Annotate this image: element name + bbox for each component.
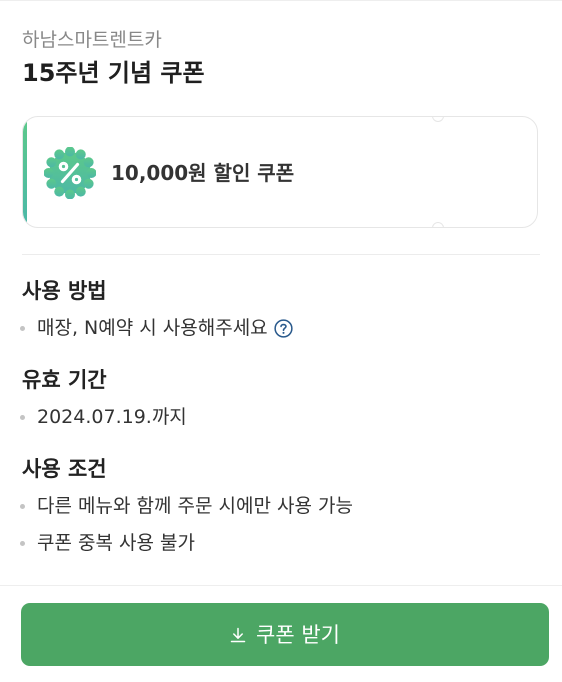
condition-text: 다른 메뉴와 함께 주문 시에만 사용 가능	[37, 495, 353, 517]
download-icon	[230, 627, 246, 642]
condition-text: 쿠폰 중복 사용 불가	[37, 532, 195, 554]
valid-period-heading: 유효 기간	[22, 368, 107, 392]
discount-label: 10,000원 할인 쿠폰	[111, 161, 295, 185]
bullet-dot	[20, 540, 25, 546]
valid-period-item: 2024.07.19.까지	[20, 404, 187, 430]
usage-method-item: 매장, N예약 시 사용해주세요	[20, 315, 293, 341]
percent-icon	[44, 147, 96, 199]
section-divider	[22, 254, 540, 255]
condition-item: 쿠폰 중복 사용 불가	[20, 530, 195, 556]
footer-border	[0, 585, 562, 586]
bullet-dot	[20, 414, 25, 420]
coupon-card-notch-bottom	[432, 222, 444, 227]
bullet-dot	[20, 503, 25, 509]
question-icon[interactable]	[274, 318, 293, 338]
conditions-heading: 사용 조건	[22, 457, 107, 481]
download-button-label: 쿠폰 받기	[256, 622, 340, 647]
valid-period-text: 2024.07.19.까지	[37, 406, 187, 428]
bullet-dot	[20, 325, 25, 331]
condition-item: 다른 메뉴와 함께 주문 시에만 사용 가능	[20, 493, 353, 519]
top-border	[0, 0, 562, 1]
coupon-card-accent	[23, 117, 27, 227]
coupon-title: 15주년 기념 쿠폰	[22, 59, 205, 87]
usage-method-text: 매장, N예약 시 사용해주세요	[37, 317, 268, 339]
usage-method-heading: 사용 방법	[22, 279, 107, 303]
shop-name: 하남스마트렌트카	[22, 29, 162, 51]
download-coupon-button[interactable]: 쿠폰 받기	[21, 603, 549, 666]
coupon-card-notch-top	[432, 117, 444, 122]
coupon-card: 10,000원 할인 쿠폰	[22, 116, 538, 228]
